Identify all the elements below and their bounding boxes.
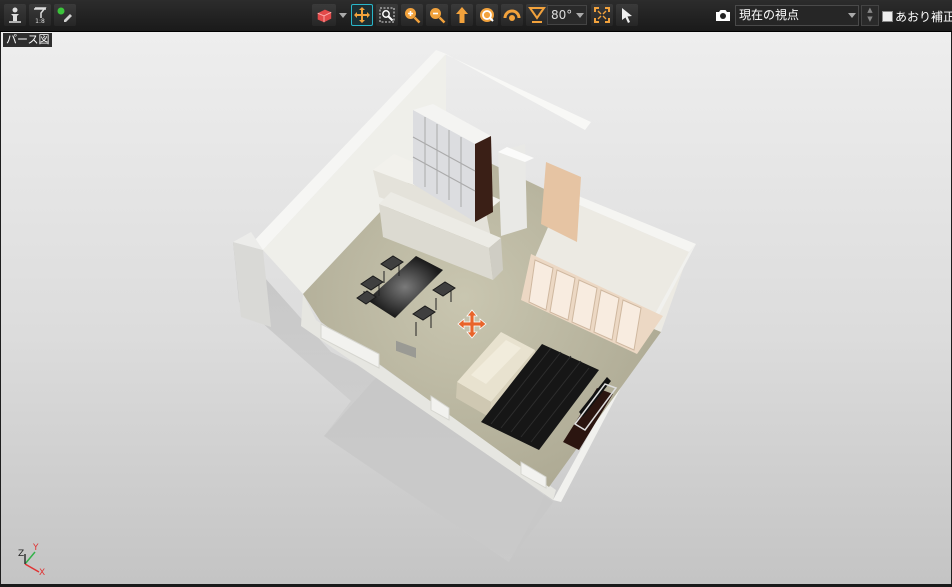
tilt-correction-checkbox[interactable] [882, 10, 893, 22]
move-forward-icon[interactable] [451, 4, 473, 26]
walker-settings-icon[interactable]: 1:8 [29, 4, 51, 26]
zoom-out-icon[interactable] [426, 4, 448, 26]
zoom-window-icon[interactable] [376, 4, 398, 26]
light-pen-icon[interactable] [54, 4, 76, 26]
select-pointer-icon[interactable] [616, 4, 638, 26]
toolbar: 1:8 80° 現在の視点 ▲ ▼ あおり補正 [0, 0, 952, 32]
pan-move-icon[interactable] [351, 4, 373, 26]
view-spinner[interactable]: ▲ ▼ [861, 5, 879, 26]
camera-icon[interactable] [712, 4, 734, 26]
axis-y-label: Y [32, 543, 39, 553]
fov-dropdown-arrow[interactable] [575, 4, 585, 26]
room-3d-scene[interactable] [1, 32, 951, 584]
tilt-correction-label: あおり補正 [895, 9, 952, 24]
axis-z-label: Z [18, 549, 24, 559]
view-select-arrow[interactable] [845, 6, 859, 25]
rotate-icon[interactable] [476, 4, 498, 26]
field-of-view-icon[interactable] [526, 4, 548, 26]
walker-icon[interactable] [4, 4, 26, 26]
spinner-down-icon[interactable]: ▼ [862, 15, 878, 24]
view-name-label: パース図 [3, 33, 53, 47]
perspective-viewport[interactable]: パース図 Y Z X [1, 32, 951, 584]
fit-all-icon[interactable] [591, 4, 613, 26]
orbit-icon[interactable] [501, 4, 523, 26]
svg-text:1:8: 1:8 [35, 18, 45, 24]
axis-indicator-icon: Y Z X [18, 543, 45, 576]
render-cube-icon[interactable] [312, 4, 336, 26]
axis-x-label: X [39, 568, 45, 576]
zoom-in-icon[interactable] [401, 4, 423, 26]
view-select[interactable]: 現在の視点 [735, 5, 859, 26]
spinner-up-icon[interactable]: ▲ [862, 6, 878, 15]
tilt-correction-toggle[interactable]: あおり補正 [882, 8, 952, 24]
render-dropdown-arrow[interactable] [338, 4, 348, 26]
